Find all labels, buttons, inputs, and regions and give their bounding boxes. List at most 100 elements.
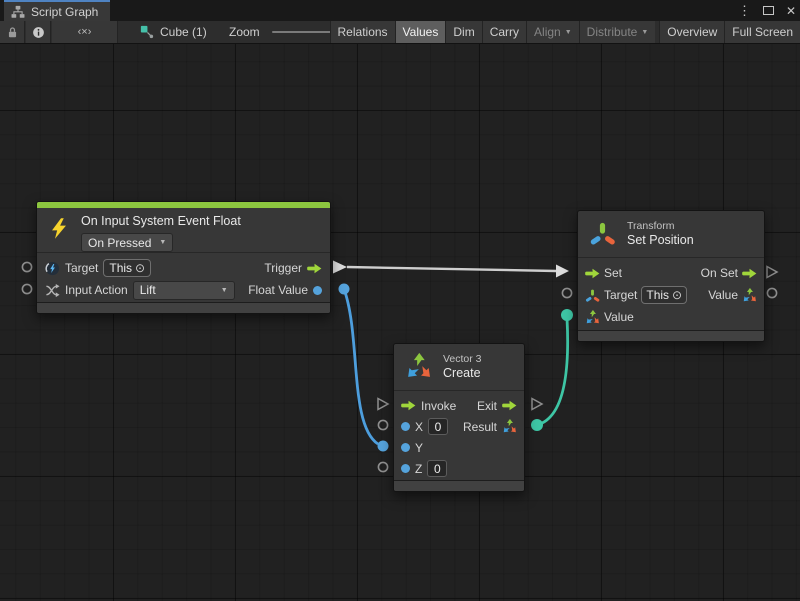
port-value-in[interactable] xyxy=(561,309,573,321)
chevron-down-icon: ▼ xyxy=(641,29,648,36)
trigger-port-label: Trigger xyxy=(264,261,302,275)
overview-button[interactable]: Overview xyxy=(659,21,724,43)
transform-mini-icon xyxy=(585,288,600,303)
lightning-icon xyxy=(48,216,70,241)
maximize-icon[interactable] xyxy=(763,6,774,15)
y-port-label: Y xyxy=(415,441,423,455)
target-self-chip[interactable]: This ⊙ xyxy=(103,259,151,277)
x-port-icon xyxy=(401,422,410,431)
z-port-label: Z xyxy=(415,462,422,476)
target-port-label: Target xyxy=(604,288,637,302)
zoom-label: Zoom xyxy=(229,25,260,39)
port-z-in[interactable] xyxy=(378,462,387,471)
port-transform-target-left[interactable] xyxy=(562,288,571,297)
flow-arrow-icon xyxy=(742,268,757,279)
value-in-label: Value xyxy=(604,310,634,324)
vector3-mini-icon xyxy=(585,310,600,325)
node-title: Create xyxy=(443,366,482,381)
distribute-button[interactable]: Distribute ▼ xyxy=(579,21,656,43)
port-y-in[interactable] xyxy=(378,441,389,452)
inspect-button[interactable] xyxy=(26,21,51,43)
port-onset-out[interactable] xyxy=(767,267,777,278)
carry-button[interactable]: Carry xyxy=(482,21,526,43)
lock-button[interactable] xyxy=(0,21,25,43)
wire-result-to-value[interactable] xyxy=(537,318,568,425)
node-on-input-system-event-float[interactable]: On Input System Event Float On Pressed ▼… xyxy=(36,201,331,314)
relations-button[interactable]: Relations xyxy=(330,21,395,43)
graph-target-label: Cube (1) xyxy=(160,25,207,39)
values-button[interactable]: Values xyxy=(395,21,446,43)
node-title: On Input System Event Float xyxy=(81,214,241,229)
chevron-down-icon: ▼ xyxy=(159,239,166,246)
z-value-input[interactable]: 0 xyxy=(427,460,447,477)
target-self-chip[interactable]: This ⊙ xyxy=(641,286,687,304)
wire-trigger-to-set[interactable] xyxy=(347,267,556,271)
node-type-label: Transform xyxy=(627,220,694,233)
input-action-icon xyxy=(45,283,60,298)
node-title: Set Position xyxy=(627,233,694,248)
node-footer xyxy=(394,480,524,491)
flow-arrow-icon xyxy=(502,400,517,411)
graph-toolbar: ‹×› Cube (1) Zoom 1x Relations Values Di… xyxy=(0,21,800,44)
port-event-target-in[interactable] xyxy=(22,262,31,271)
breadcrumb-root-button[interactable]: ‹×› xyxy=(52,21,118,43)
result-port-label: Result xyxy=(463,420,497,434)
port-x-in[interactable] xyxy=(378,420,387,429)
flow-arrow-icon xyxy=(307,263,322,274)
float-port-icon xyxy=(313,286,322,295)
vector3-mini-icon xyxy=(742,288,757,303)
vector3-icon xyxy=(405,353,432,380)
node-type-label: Vector 3 xyxy=(443,353,482,366)
port-trigger-out[interactable] xyxy=(333,261,347,274)
info-icon xyxy=(32,26,45,39)
tab-script-graph[interactable]: Script Graph xyxy=(4,0,110,21)
transform-icon xyxy=(589,220,616,247)
value-out-label: Value xyxy=(708,288,738,302)
breadcrumb-icon: ‹×› xyxy=(78,26,92,38)
y-port-icon xyxy=(401,443,410,452)
script-graph-window: Script Graph ⋮ ✕ ‹×› Cube (1) Zoom 1x xyxy=(0,0,800,601)
input-system-icon xyxy=(45,261,60,276)
x-port-label: X xyxy=(415,420,423,434)
fullscreen-button[interactable]: Full Screen xyxy=(724,21,800,43)
node-footer xyxy=(37,302,330,313)
float-value-label: Float Value xyxy=(248,283,308,297)
port-event-action-in[interactable] xyxy=(22,284,31,293)
target-icon: ⊙ xyxy=(672,288,682,302)
port-invoke-in[interactable] xyxy=(378,399,388,410)
set-port-label: Set xyxy=(604,266,622,280)
target-icon: ⊙ xyxy=(135,261,145,275)
port-floatvalue-out[interactable] xyxy=(339,284,350,295)
invoke-port-label: Invoke xyxy=(421,399,456,413)
script-graph-icon xyxy=(11,5,25,19)
chevron-down-icon: ▼ xyxy=(221,287,228,294)
close-icon[interactable]: ✕ xyxy=(786,4,796,18)
input-action-dropdown[interactable]: Lift ▼ xyxy=(133,281,235,300)
tab-bar: Script Graph ⋮ ✕ xyxy=(0,0,800,21)
node-transform-set-position[interactable]: Transform Set Position Set On Set Target… xyxy=(577,210,765,342)
port-exit-out[interactable] xyxy=(532,399,542,410)
flow-arrow-icon xyxy=(585,268,600,279)
window-menu-icon[interactable]: ⋮ xyxy=(738,3,751,19)
chevron-down-icon: ▼ xyxy=(565,29,572,36)
graph-canvas[interactable]: On Input System Event Float On Pressed ▼… xyxy=(0,44,800,601)
z-port-icon xyxy=(401,464,410,473)
event-mode-dropdown[interactable]: On Pressed ▼ xyxy=(81,233,173,252)
port-transform-target-in[interactable] xyxy=(767,288,776,297)
input-action-label: Input Action xyxy=(65,283,128,297)
wire-floatvalue-to-y[interactable] xyxy=(344,289,378,444)
node-vector3-create[interactable]: Vector 3 Create Invoke Exit X 0 Res xyxy=(393,343,525,492)
machine-graph-icon xyxy=(140,25,154,39)
port-result-out[interactable] xyxy=(531,419,543,431)
node-footer xyxy=(578,330,764,341)
lock-icon xyxy=(6,26,19,39)
align-button[interactable]: Align ▼ xyxy=(526,21,579,43)
exit-port-label: Exit xyxy=(477,399,497,413)
target-port-label: Target xyxy=(65,261,98,275)
x-value-input[interactable]: 0 xyxy=(428,418,448,435)
wire-arrowhead-icon xyxy=(556,265,569,278)
vector3-mini-icon xyxy=(502,419,517,434)
dim-button[interactable]: Dim xyxy=(445,21,481,43)
onset-port-label: On Set xyxy=(701,266,738,280)
graph-target[interactable]: Cube (1) xyxy=(140,21,207,43)
